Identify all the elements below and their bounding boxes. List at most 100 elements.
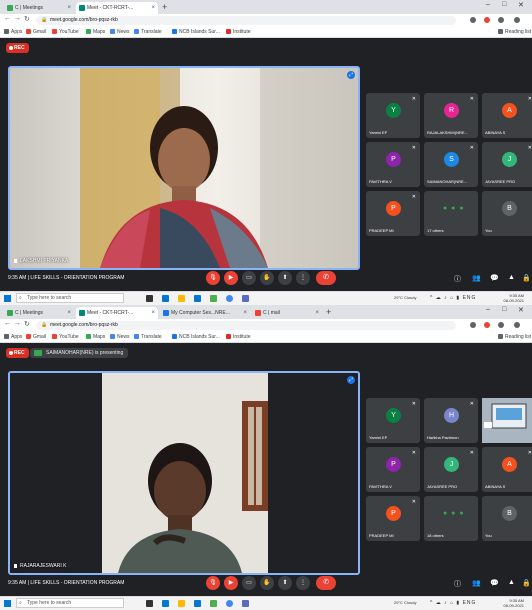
address-bar[interactable]: 🔒 meet.google.com/bro-pqsz-rkb — [36, 321, 456, 330]
minimize-icon[interactable]: – — [486, 306, 490, 313]
maximize-icon[interactable]: □ — [502, 306, 506, 313]
self-tile[interactable]: B You — [482, 496, 532, 541]
participant-tile[interactable]: ✕ J JAYASREE PRO — [482, 142, 532, 187]
app-icon[interactable] — [242, 295, 249, 302]
browser-tab[interactable]: C | mail × — [252, 307, 322, 319]
forward-icon[interactable]: → — [14, 15, 21, 22]
participant-tile[interactable]: ✕ J JAYASREE PRO — [424, 447, 478, 492]
activities-icon[interactable]: ▲ — [508, 274, 515, 281]
extension-icon[interactable] — [498, 322, 504, 328]
windows-start-icon[interactable] — [4, 295, 11, 302]
new-tab-icon[interactable]: + — [162, 2, 167, 12]
close-icon[interactable]: × — [315, 307, 319, 319]
present-button[interactable]: ⬆ — [278, 576, 292, 590]
chrome-icon[interactable] — [226, 295, 233, 302]
maximize-icon[interactable]: □ — [502, 1, 506, 8]
close-icon[interactable]: × — [151, 2, 155, 14]
camera-off-button[interactable]: ▶ — [224, 271, 238, 285]
participant-tile[interactable]: ✕ Y Yamini EP — [366, 398, 420, 443]
screen-share-tile[interactable] — [482, 398, 532, 443]
bookmark-translate[interactable]: Translate — [134, 28, 162, 36]
app-icon[interactable] — [210, 295, 217, 302]
info-icon[interactable]: ⓘ — [454, 274, 461, 284]
info-icon[interactable]: ⓘ — [454, 579, 461, 589]
address-bar[interactable]: 🔒 meet.google.com/bro-pqsz-rkb — [36, 16, 456, 25]
others-tile[interactable]: ● ● ● 17 others — [424, 191, 478, 236]
task-view-icon[interactable] — [146, 600, 153, 607]
participant-tile[interactable]: ✕ P PRADEEP MI — [366, 191, 420, 236]
app-icon[interactable] — [242, 600, 249, 607]
bookmark-gmail[interactable]: Gmail — [26, 28, 46, 36]
pin-icon[interactable]: ⤢ — [347, 376, 355, 384]
profile-avatar[interactable] — [514, 322, 520, 328]
chat-icon[interactable]: 💬 — [490, 579, 499, 587]
forward-icon[interactable]: → — [14, 320, 21, 327]
reload-icon[interactable]: ↻ — [24, 320, 30, 328]
others-tile[interactable]: ● ● ● 18 others — [424, 496, 478, 541]
bookmark-ncb[interactable]: NCB Islands Sur... — [172, 28, 220, 36]
extension-icon[interactable] — [498, 17, 504, 23]
bookmark-youtube[interactable]: YouTube — [52, 333, 79, 341]
extension-icon[interactable] — [484, 17, 490, 23]
bookmark-apps[interactable]: Apps — [4, 333, 22, 341]
bookmark-ncb[interactable]: NCB Islands Sur... — [172, 333, 220, 341]
participant-tile[interactable]: ✕ P PAVITHRA V — [366, 142, 420, 187]
file-explorer-icon[interactable] — [178, 295, 185, 302]
captions-button[interactable]: ▭ — [242, 576, 256, 590]
participant-tile[interactable]: ✕ P PRADEEP MI — [366, 496, 420, 541]
main-video[interactable]: ⤢ RAJARAJESWARI K — [8, 371, 360, 575]
browser-tab-active[interactable]: Meet - CKT-RCRT-... × — [76, 307, 158, 319]
profile-avatar[interactable] — [514, 17, 520, 23]
participant-tile[interactable]: ✕ A ABINAYA S — [482, 447, 532, 492]
edge-icon[interactable] — [162, 600, 169, 607]
bookmark-youtube[interactable]: YouTube — [52, 28, 79, 36]
windows-start-icon[interactable] — [4, 600, 11, 607]
reading-list[interactable]: Reading list — [498, 333, 531, 341]
browser-tab[interactable]: C | Meetings × — [4, 2, 74, 14]
main-video[interactable]: ⤢ LAKSHMI PRIYANKA — [8, 66, 360, 270]
pin-icon[interactable]: ⤢ — [347, 71, 355, 79]
bookmark-institute[interactable]: Institute — [226, 28, 251, 36]
reload-icon[interactable]: ↻ — [24, 15, 30, 23]
raise-hand-button[interactable]: ✋ — [260, 576, 274, 590]
browser-tab[interactable]: C | Meetings × — [4, 307, 74, 319]
bookmark-maps[interactable]: Maps — [86, 333, 105, 341]
clock[interactable]: 9:35 AM 08-09-2021 — [504, 293, 524, 303]
app-icon[interactable] — [210, 600, 217, 607]
reading-list[interactable]: Reading list — [498, 28, 531, 36]
camera-off-button[interactable]: ▶ — [224, 576, 238, 590]
chrome-icon[interactable] — [226, 600, 233, 607]
present-button[interactable]: ⬆ — [278, 271, 292, 285]
new-tab-icon[interactable]: + — [326, 307, 331, 317]
file-explorer-icon[interactable] — [178, 600, 185, 607]
participant-tile[interactable]: ✕ P PAVITHRA V — [366, 447, 420, 492]
system-tray[interactable]: ^ ☁ ♪ ⌂ ▮ ENG — [430, 295, 476, 301]
lock-icon[interactable]: 🔒 — [522, 274, 531, 282]
edge-icon[interactable] — [162, 295, 169, 302]
self-tile[interactable]: B You — [482, 191, 532, 236]
extension-icon[interactable] — [470, 322, 476, 328]
task-view-icon[interactable] — [146, 295, 153, 302]
clock[interactable]: 9:35 AM 08-09-2021 — [504, 598, 524, 608]
taskbar-search[interactable]: ⌕ Type here to search — [16, 293, 124, 303]
participant-tile[interactable]: ✕ A ABINAYA S — [482, 93, 532, 138]
participant-tile[interactable]: ✕ Y Yamini EP — [366, 93, 420, 138]
mic-off-button[interactable]: 🎙 — [206, 271, 220, 285]
lock-icon[interactable]: 🔒 — [522, 579, 531, 587]
window-close-icon[interactable]: ✕ — [518, 1, 524, 9]
store-icon[interactable] — [194, 295, 201, 302]
participant-tile[interactable]: ✕ H Harikha Pavitmon — [424, 398, 478, 443]
end-call-button[interactable]: ✆ — [316, 271, 336, 285]
close-icon[interactable]: × — [243, 307, 247, 319]
store-icon[interactable] — [194, 600, 201, 607]
extension-icon[interactable] — [470, 17, 476, 23]
close-icon[interactable]: × — [67, 2, 71, 14]
back-icon[interactable]: ← — [4, 320, 11, 327]
system-tray[interactable]: ^ ☁ ♪ ⌂ ▮ ENG — [430, 600, 476, 606]
activities-icon[interactable]: ▲ — [508, 579, 515, 586]
bookmark-translate[interactable]: Translate — [134, 333, 162, 341]
bookmark-maps[interactable]: Maps — [86, 28, 105, 36]
close-icon[interactable]: × — [151, 307, 155, 319]
minimize-icon[interactable]: – — [486, 1, 490, 8]
weather-widget[interactable]: 29°C Cloudy — [394, 295, 417, 300]
